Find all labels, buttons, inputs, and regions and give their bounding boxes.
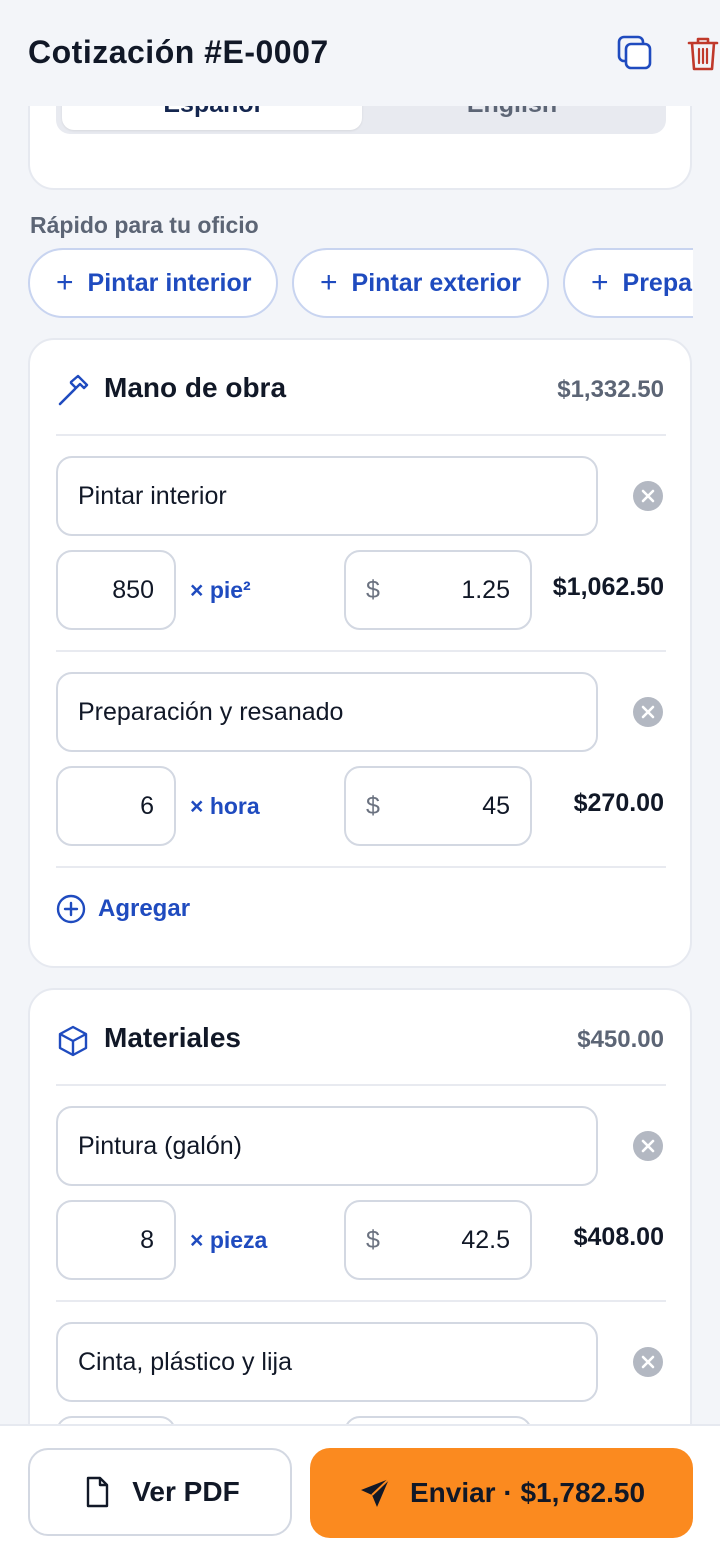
item-description-input[interactable]: Preparación y resanado [56, 672, 598, 752]
language-toggle: Español English [56, 106, 666, 134]
quantity-input[interactable] [56, 1416, 176, 1424]
divider [56, 1084, 666, 1086]
quantity-input[interactable]: 850 [56, 550, 176, 630]
plus-icon: + [320, 266, 338, 299]
view-pdf-button[interactable]: Ver PDF [28, 1448, 292, 1536]
currency-symbol: $ [366, 575, 380, 604]
labor-total: $1,332.50 [557, 376, 664, 403]
materials-card: Materiales $450.00 Pintura (galón) 8 × p… [28, 988, 692, 1424]
add-circle-icon [56, 894, 86, 924]
unit-selector[interactable]: × hora [190, 793, 260, 820]
unit-selector[interactable]: × pieza [190, 1227, 267, 1254]
plus-icon: + [56, 266, 74, 299]
labor-card: Mano de obra $1,332.50 Pintar interior 8… [28, 338, 692, 968]
price-value: 45 [482, 791, 510, 820]
line-total: $408.00 [573, 1223, 664, 1251]
send-icon [360, 1478, 390, 1507]
divider [56, 1300, 666, 1302]
lang-spanish-tab[interactable]: Español [62, 106, 362, 130]
price-value: 42.5 [461, 1225, 510, 1254]
unit-selector[interactable]: × pie² [190, 577, 251, 604]
remove-item-icon[interactable] [632, 480, 664, 512]
page-title: Cotización #E-0007 [28, 34, 329, 70]
view-pdf-label: Ver PDF [132, 1476, 240, 1507]
plus-icon: + [591, 266, 609, 299]
add-label: Agregar [98, 895, 191, 922]
chip-label: Pintar exterior [351, 268, 522, 297]
divider [56, 434, 666, 436]
quick-label: Rápido para tu oficio [30, 212, 259, 238]
price-value: 1.25 [461, 575, 510, 604]
hammer-icon [58, 374, 89, 406]
chip-pintar-interior[interactable]: + Pintar interior [28, 248, 278, 318]
content-scroll[interactable]: Español English Rápido para tu oficio + … [0, 106, 720, 1424]
currency-symbol: $ [366, 1225, 380, 1254]
price-input[interactable]: $ 42.5 [344, 1200, 532, 1280]
add-labor-button[interactable]: Agregar [56, 894, 190, 924]
chip-label: Prepa [622, 268, 693, 297]
remove-item-icon[interactable] [632, 1346, 664, 1378]
price-input[interactable]: $ 1.25 [344, 550, 532, 630]
line-total: $270.00 [573, 789, 664, 817]
quantity-input[interactable]: 6 [56, 766, 176, 846]
price-input[interactable] [344, 1416, 532, 1424]
item-description-input[interactable]: Pintar interior [56, 456, 598, 536]
top-bar: Cotización #E-0007 [0, 0, 720, 106]
price-input[interactable]: $ 45 [344, 766, 532, 846]
line-total: $1,062.50 [552, 573, 664, 601]
remove-item-icon[interactable] [632, 1130, 664, 1162]
materials-title: Materiales [104, 1022, 241, 1053]
labor-title: Mano de obra [104, 372, 287, 403]
send-button[interactable]: Enviar · $1,782.50 [310, 1448, 693, 1538]
quick-chips[interactable]: + Pintar interior + Pintar exterior + Pr… [28, 248, 693, 318]
copy-icon[interactable] [616, 34, 654, 72]
materials-total: $450.00 [577, 1026, 664, 1053]
chip-pintar-exterior[interactable]: + Pintar exterior [292, 248, 549, 318]
send-label: Enviar · $1,782.50 [409, 1477, 646, 1508]
quantity-input[interactable]: 8 [56, 1200, 176, 1280]
divider [56, 650, 666, 652]
bottom-action-bar: Ver PDF Enviar · $1,782.50 [0, 1424, 720, 1560]
file-icon [87, 1476, 109, 1508]
remove-item-icon[interactable] [632, 696, 664, 728]
currency-symbol: $ [366, 791, 380, 820]
item-description-input[interactable]: Pintura (galón) [56, 1106, 598, 1186]
lang-english-tab[interactable]: English [362, 106, 662, 130]
trash-icon[interactable] [684, 34, 720, 72]
box-icon [58, 1025, 88, 1057]
item-description-input[interactable]: Cinta, plástico y lija [56, 1322, 598, 1402]
divider [56, 866, 666, 868]
language-card: Español English [28, 106, 692, 190]
chip-preparacion[interactable]: + Prepa [563, 248, 693, 318]
chip-label: Pintar interior [87, 268, 252, 297]
